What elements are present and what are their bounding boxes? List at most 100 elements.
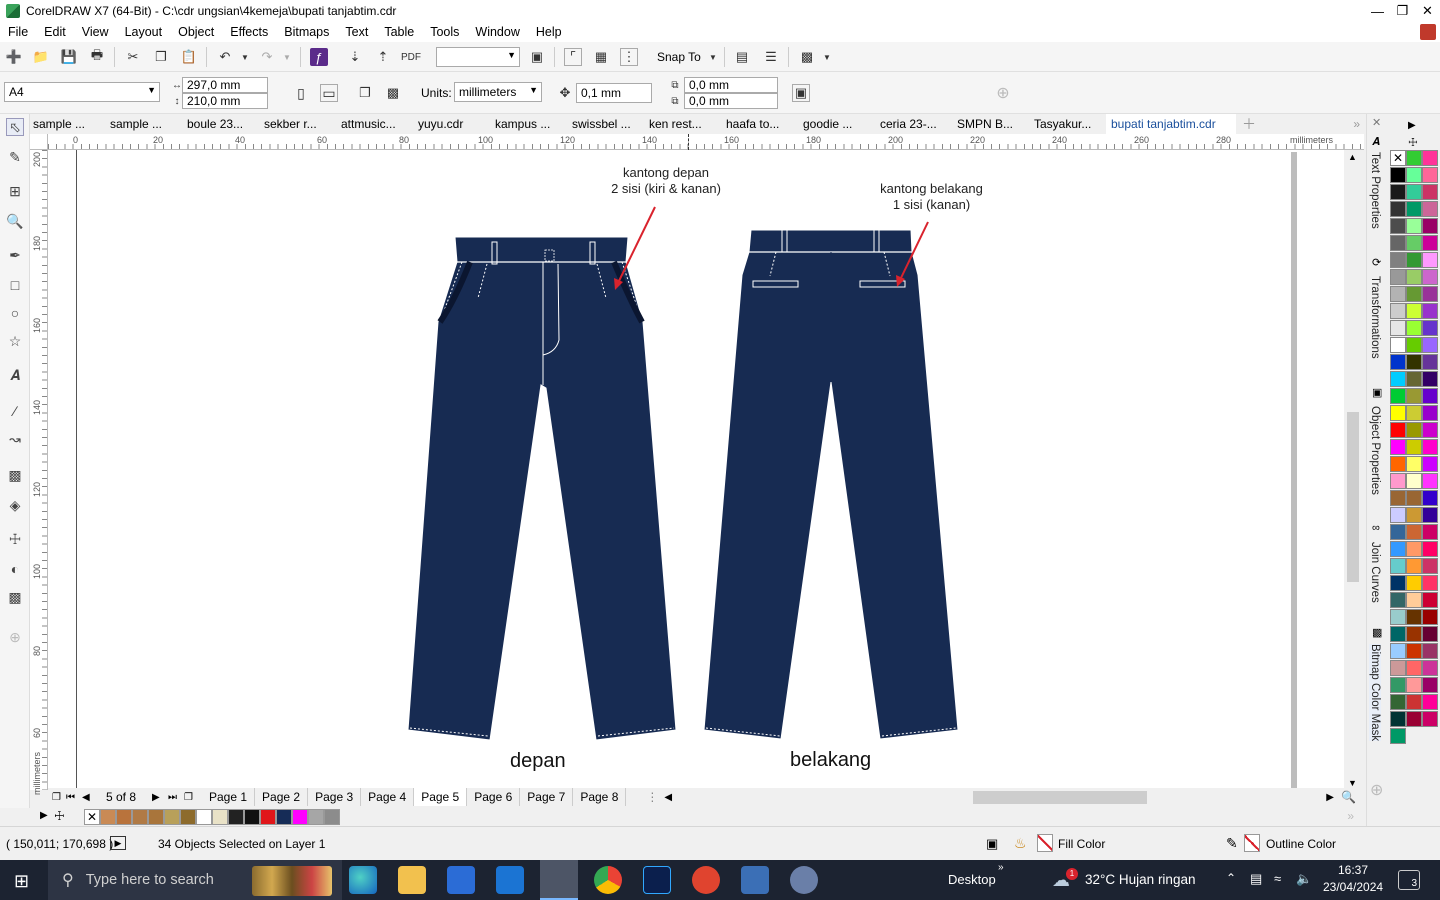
status-play-icon[interactable]: ▶: [110, 836, 126, 850]
palette-eyedropper-icon[interactable]: ☩: [54, 809, 65, 823]
last-page-icon[interactable]: ⏭: [168, 792, 184, 803]
palette-swatch[interactable]: [1390, 167, 1406, 183]
palette-swatch[interactable]: [1422, 643, 1438, 659]
docker-tab-transformations[interactable]: Transformations: [1369, 276, 1381, 359]
palette-swatch[interactable]: [1422, 660, 1438, 676]
palette-swatch[interactable]: [1390, 286, 1406, 302]
close-button[interactable]: ✕: [1415, 0, 1440, 22]
palette-swatch[interactable]: [1390, 507, 1406, 523]
current-page-icon[interactable]: ▩: [384, 84, 402, 102]
show-rulers-icon[interactable]: ⌜: [564, 48, 582, 66]
palette-swatch[interactable]: [1406, 507, 1422, 523]
palette-swatch[interactable]: [1422, 524, 1438, 540]
palette-swatch[interactable]: [1422, 371, 1438, 387]
doc-tab[interactable]: sample ...: [105, 117, 182, 131]
show-guidelines-icon[interactable]: ⋮: [620, 48, 638, 66]
maximize-button[interactable]: ❐: [1390, 0, 1415, 22]
pick-tool-icon[interactable]: ⬁: [6, 118, 24, 136]
palette-swatch[interactable]: [1422, 575, 1438, 591]
next-page-icon[interactable]: ▶: [152, 792, 168, 803]
menu-edit[interactable]: Edit: [36, 25, 74, 39]
palette-swatch[interactable]: [1422, 167, 1438, 183]
cut-icon[interactable]: ✂: [124, 48, 142, 66]
drawing-canvas[interactable]: kantong depan 2 sisi (kiri & kanan) kant…: [48, 150, 1344, 790]
doc-palette-scroll-icon[interactable]: »: [1347, 809, 1354, 823]
doc-tab[interactable]: ken rest...: [644, 117, 721, 131]
volume-muted-icon[interactable]: 🔈: [1296, 871, 1312, 887]
photoshop-icon[interactable]: [643, 866, 671, 894]
page-tab-7[interactable]: Page 7: [520, 788, 574, 806]
open-folder-icon[interactable]: 📁: [32, 48, 50, 66]
horizontal-ruler[interactable]: 0 20 40 60 80 100 120 140 160 180 200 22…: [48, 134, 1364, 150]
snap-to-dropdown[interactable]: Snap To: [657, 50, 701, 64]
palette-swatch[interactable]: [1406, 422, 1422, 438]
palette-swatch[interactable]: [1406, 643, 1422, 659]
search-content-icon[interactable]: ƒ: [310, 48, 328, 66]
palette-swatch[interactable]: [1406, 354, 1422, 370]
palette-swatch[interactable]: [1406, 592, 1422, 608]
page-tab-8[interactable]: Page 8: [573, 788, 627, 806]
publish-pdf-icon[interactable]: PDF: [401, 48, 421, 66]
palette-swatch[interactable]: [1406, 456, 1422, 472]
doc-swatch[interactable]: [180, 809, 196, 825]
taskbar-search-box[interactable]: ⚲ Type here to search: [48, 860, 342, 900]
chrome-icon[interactable]: [594, 866, 622, 894]
redo-icon[interactable]: ↷: [258, 48, 276, 66]
calculator-icon[interactable]: [741, 866, 769, 894]
edge-browser-icon[interactable]: [349, 866, 377, 894]
new-document-icon[interactable]: ➕: [5, 48, 23, 66]
scroll-down-icon[interactable]: ▼: [1348, 778, 1357, 788]
palette-swatch[interactable]: [1406, 660, 1422, 676]
no-color-palette-swatch[interactable]: ✕: [1390, 150, 1406, 166]
palette-swatch[interactable]: [1406, 694, 1422, 710]
doc-swatch[interactable]: [100, 809, 116, 825]
palette-swatch[interactable]: [1390, 303, 1406, 319]
import-icon[interactable]: ⇣: [346, 48, 364, 66]
palette-swatch[interactable]: [1390, 337, 1406, 353]
palette-swatch[interactable]: [1422, 252, 1438, 268]
polygon-tool-icon[interactable]: ☆: [6, 332, 24, 350]
doc-tab[interactable]: SMPN B...: [952, 117, 1029, 131]
doc-tab[interactable]: haafa to...: [721, 117, 798, 131]
palette-swatch[interactable]: [1422, 150, 1438, 166]
application-launcher-icon[interactable]: ▩: [798, 48, 816, 66]
all-pages-icon[interactable]: ❐: [356, 84, 374, 102]
palette-swatch[interactable]: [1390, 626, 1406, 642]
palette-swatch[interactable]: [1422, 694, 1438, 710]
palette-swatch[interactable]: [1422, 626, 1438, 642]
mail-icon[interactable]: [496, 866, 524, 894]
horizontal-scroll-thumb[interactable]: [973, 791, 1147, 804]
palette-swatch[interactable]: [1390, 320, 1406, 336]
doc-swatch[interactable]: [164, 809, 180, 825]
notification-center-icon[interactable]: 3: [1398, 870, 1420, 890]
clock-time[interactable]: 16:37: [1338, 863, 1368, 877]
vertical-ruler[interactable]: 200 180 160 140 120 100 80 60 millimeter…: [30, 150, 48, 795]
palette-swatch[interactable]: [1422, 337, 1438, 353]
vertical-scrollbar[interactable]: ▲ ▼: [1344, 150, 1362, 790]
fill-color-swatch[interactable]: [1037, 834, 1053, 852]
palette-swatch[interactable]: [1406, 541, 1422, 557]
palette-swatch[interactable]: [1390, 524, 1406, 540]
palette-swatch[interactable]: [1406, 575, 1422, 591]
page-tab-3[interactable]: Page 3: [308, 788, 362, 806]
tray-chevron-icon[interactable]: ⌃: [1226, 871, 1236, 885]
add-docker-plus-icon[interactable]: ⊕: [1370, 780, 1383, 800]
palette-swatch[interactable]: [1422, 320, 1438, 336]
palette-swatch[interactable]: [1406, 218, 1422, 234]
page-tab-4[interactable]: Page 4: [361, 788, 415, 806]
page-size-combo[interactable]: A4 ▼: [4, 82, 160, 102]
docker-tab-join-curves[interactable]: Join Curves: [1369, 542, 1381, 603]
doc-swatch[interactable]: [116, 809, 132, 825]
menu-object[interactable]: Object: [170, 25, 222, 39]
palette-swatch[interactable]: [1406, 235, 1422, 251]
palette-swatch[interactable]: [1390, 184, 1406, 200]
doc-tab[interactable]: swissbel ...: [567, 117, 644, 131]
menu-table[interactable]: Table: [376, 25, 422, 39]
menu-help[interactable]: Help: [528, 25, 570, 39]
tray-meet-icon[interactable]: ▤: [1250, 871, 1262, 887]
copy-icon[interactable]: ❐: [152, 48, 170, 66]
palette-swatch[interactable]: [1390, 388, 1406, 404]
duplicate-x-field[interactable]: 0,0 mm: [684, 77, 778, 93]
menu-text[interactable]: Text: [337, 25, 376, 39]
palette-swatch[interactable]: [1390, 252, 1406, 268]
